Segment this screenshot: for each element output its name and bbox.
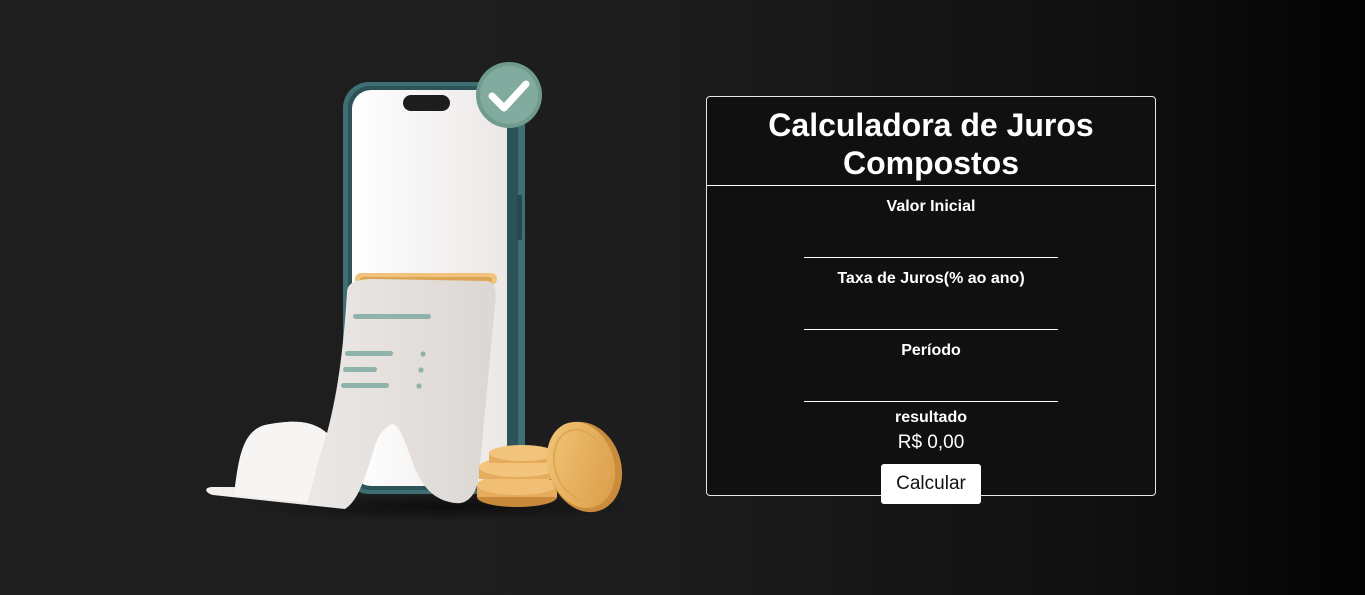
interest-rate-input[interactable] <box>804 300 1058 330</box>
initial-value-input[interactable] <box>804 228 1058 258</box>
page-title: Calculadora de Juros Compostos <box>768 107 1094 181</box>
card-header: Calculadora de Juros Compostos <box>707 97 1155 186</box>
result-label: resultado <box>894 409 967 426</box>
period-input[interactable] <box>804 372 1058 402</box>
calculator-form: Valor Inicial Taxa de Juros(% ao ano) Pe… <box>707 186 1155 504</box>
interest-rate-field-group: Taxa de Juros(% ao ano) <box>804 258 1058 330</box>
result-value: R$ 0,00 <box>897 432 965 453</box>
interest-rate-label: Taxa de Juros(% ao ano) <box>837 270 1025 287</box>
initial-value-label: Valor Inicial <box>886 198 976 215</box>
phone-receipt-coins-illustration <box>195 55 635 525</box>
period-label: Período <box>901 342 961 359</box>
period-field-group: Período <box>804 330 1058 402</box>
calculator-card: Calculadora de Juros Compostos Valor Ini… <box>706 96 1156 504</box>
calculate-button[interactable]: Calcular <box>881 464 981 504</box>
initial-value-field-group: Valor Inicial <box>804 186 1058 258</box>
